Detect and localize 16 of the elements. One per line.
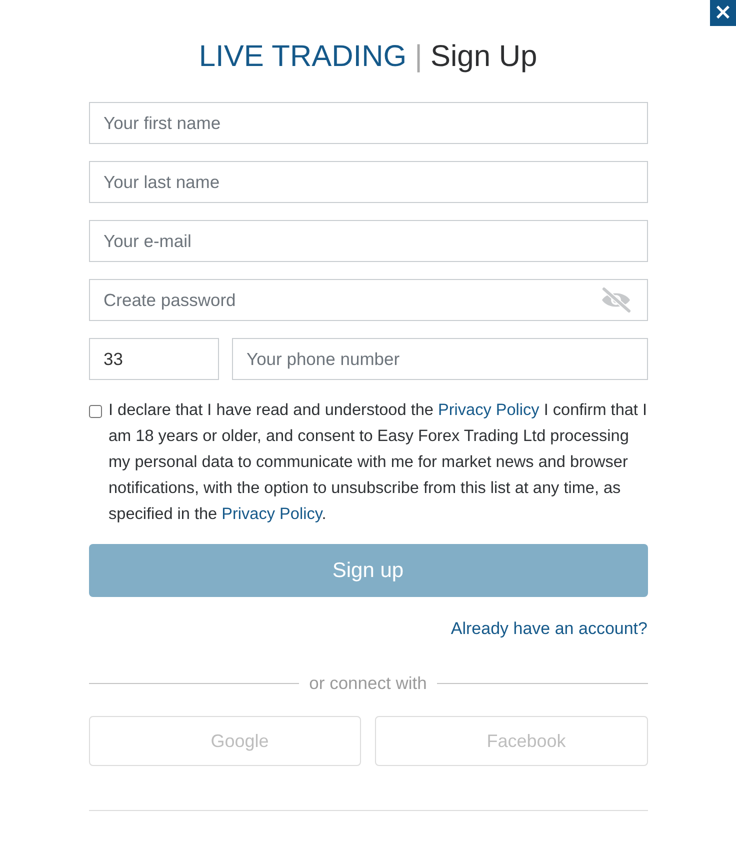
page-title: Sign Up — [430, 40, 538, 73]
input-field[interactable]: Your last name — [88, 161, 648, 203]
input-field[interactable]: 33 — [88, 338, 218, 380]
input-field[interactable]: Your first name — [88, 102, 648, 144]
consent-text: I declare that I have read and understood the Privacy Policy I confirm that I am 18 years or older, and consent to Easy Forex Trading Ltd processing my personal data to communicate with me for market news and browser notifications, with the option to unsubscribe from this list at any time, as specified in the Privacy Policy. — [108, 400, 648, 525]
consent-checkbox[interactable] — [88, 405, 102, 418]
password-field[interactable]: Create password — [88, 279, 648, 321]
divider-text: or connect with — [309, 673, 427, 694]
brand-title: LIVE TRADING — [198, 40, 407, 73]
close-button[interactable]: × — [710, 0, 736, 26]
privacy-policy-link[interactable]: Privacy Policy — [222, 505, 322, 523]
privacy-policy-link[interactable]: Privacy Policy — [438, 401, 540, 419]
input-field[interactable]: Your phone number — [232, 338, 648, 380]
title-separator: | — [414, 40, 422, 73]
input-field[interactable]: Your e-mail — [88, 220, 648, 262]
login-link[interactable]: Already have an account? — [450, 619, 648, 639]
